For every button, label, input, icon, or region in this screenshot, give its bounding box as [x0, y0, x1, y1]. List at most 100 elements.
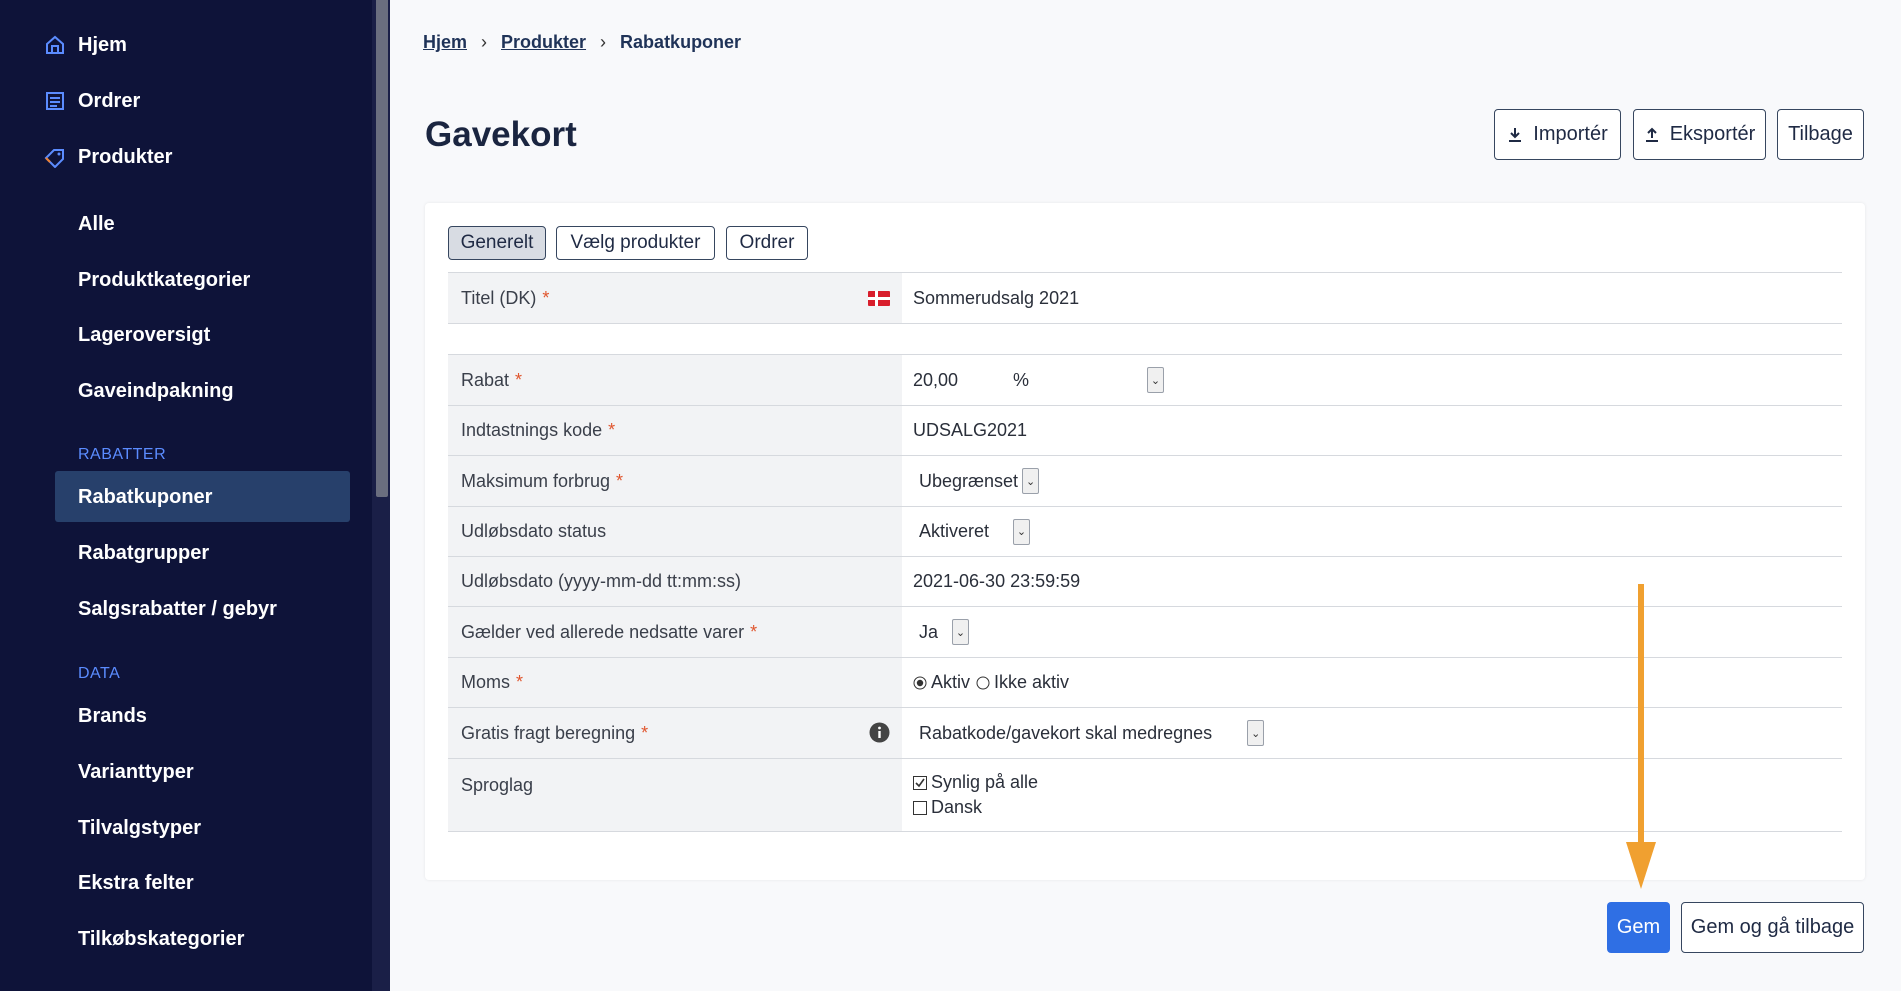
breadcrumb-link-produkter[interactable]: Produkter	[501, 32, 586, 53]
tab-generelt[interactable]: Generelt	[448, 226, 546, 260]
section-label-data: DATA	[78, 665, 121, 682]
form-spacer	[448, 324, 1842, 354]
nedsatte-label: Gælder ved allerede nedsatte varer	[461, 621, 745, 642]
sidebar-item-gaveindpakning[interactable]: Gaveindpakning	[78, 374, 234, 408]
export-button-label: Eksportér	[1669, 123, 1756, 145]
form-value: Rabatkode/gavekort skal medregnes ⌄	[902, 708, 1842, 758]
forbrug-select[interactable]: Ubegrænset ⌄	[913, 468, 1040, 494]
sidebar-item-hjem[interactable]: Hjem	[44, 28, 127, 62]
back-button[interactable]: Tilbage	[1777, 109, 1864, 160]
form-label: Indtastnings kode *	[448, 406, 902, 455]
form-value: Aktiveret ⌄	[902, 507, 1842, 556]
moms-option-aktiv[interactable]: Aktiv	[931, 672, 970, 693]
form-row-titel: Titel (DK) * Sommerudsalg 2021	[448, 272, 1842, 323]
form-label: Moms *	[448, 658, 902, 707]
chevron-right-icon: ›	[481, 32, 488, 52]
form-value: Aktiv Ikke aktiv	[902, 658, 1842, 707]
checkbox-synlig[interactable]: Synlig på alle	[913, 772, 1038, 793]
form-label: Maksimum forbrug *	[448, 456, 902, 506]
orders-icon	[44, 90, 66, 112]
sidebar-scroll-thumb[interactable]	[376, 0, 388, 497]
fragt-select-value: Rabatkode/gavekort skal medregnes	[919, 722, 1213, 743]
export-button[interactable]: Eksportér	[1633, 109, 1766, 160]
rabat-label: Rabat	[461, 369, 510, 390]
udlob-status-select-value: Aktiveret	[919, 521, 990, 541]
info-icon[interactable]	[869, 722, 890, 743]
rabat-unit-select[interactable]: %	[1013, 370, 1147, 391]
fragt-label: Gratis fragt beregning	[461, 722, 636, 743]
upload-icon	[1645, 127, 1658, 142]
required-marker: *	[515, 369, 523, 390]
moms-option-ikke-aktiv[interactable]: Ikke aktiv	[994, 672, 1069, 693]
save-and-back-button[interactable]: Gem og gå tilbage	[1681, 902, 1864, 953]
sidebar-item-varianttyper[interactable]: Varianttyper	[78, 755, 194, 789]
sidebar-item-ekstra-felter[interactable]: Ekstra felter	[78, 866, 194, 900]
sidebar-item-salgsrabatter[interactable]: Salgsrabatter / gebyr	[78, 592, 277, 626]
sidebar-item-produkter[interactable]: Produkter	[44, 140, 172, 174]
chevron-down-icon: ⌄	[952, 619, 970, 645]
sproglag-label: Sproglag	[461, 775, 534, 795]
checkbox-unchecked-icon[interactable]	[913, 800, 927, 815]
chevron-down-icon[interactable]: ⌄	[1147, 367, 1164, 393]
sidebar-item-tilvalgstyper[interactable]: Tilvalgstyper	[78, 811, 201, 845]
udlob-input[interactable]: 2021-06-30 23:59:59	[913, 571, 1080, 592]
sidebar-item-label: Ordrer	[78, 89, 141, 112]
required-marker: *	[542, 287, 550, 308]
radio-unchecked-icon[interactable]	[976, 676, 990, 690]
udlob-status-select[interactable]: Aktiveret ⌄	[913, 518, 1031, 545]
annotation-arrow-icon	[1626, 584, 1656, 889]
title-input[interactable]: Sommerudsalg 2021	[913, 288, 1079, 309]
nedsatte-select[interactable]: Ja ⌄	[913, 619, 970, 645]
form-label: Rabat *	[448, 355, 902, 405]
sidebar-item-rabatgrupper[interactable]: Rabatgrupper	[78, 536, 209, 570]
form-value[interactable]: Sommerudsalg 2021	[902, 273, 1842, 323]
form-value: 2021-06-30 23:59:59	[902, 557, 1842, 606]
rabat-input[interactable]: 20,00	[913, 370, 1013, 391]
title-label: Titel (DK)	[461, 287, 537, 308]
udlob-label: Udløbsdato (yyyy-mm-dd tt:mm:ss)	[461, 571, 742, 591]
kode-label: Indtastnings kode	[461, 420, 603, 440]
breadcrumb-link-hjem[interactable]: Hjem	[423, 32, 467, 53]
import-button[interactable]: Importér	[1494, 109, 1621, 160]
form-row-udlob-status: Udløbsdato status Aktiveret ⌄	[448, 506, 1842, 556]
section-label-rabatter: RABATTER	[78, 446, 167, 463]
sidebar-item-produktkategorier[interactable]: Produktkategorier	[78, 263, 250, 297]
breadcrumb: Hjem › Produkter › Rabatkuponer	[423, 32, 741, 53]
save-button[interactable]: Gem	[1607, 902, 1670, 953]
form-label: Udløbsdato status	[448, 507, 902, 556]
chevron-down-icon: ⌄	[1022, 468, 1040, 494]
sidebar-item-alle[interactable]: Alle	[78, 207, 115, 241]
sidebar-item-brands[interactable]: Brands	[78, 699, 147, 733]
forbrug-label: Maksimum forbrug	[461, 470, 611, 491]
forbrug-select-value: Ubegrænset	[919, 470, 1019, 491]
sidebar-item-tilkobskategorier[interactable]: Tilkøbskategorier	[78, 922, 244, 956]
form-label: Sproglag	[448, 759, 902, 831]
udlob-status-label: Udløbsdato status	[461, 521, 607, 541]
checkbox-dansk[interactable]: Dansk	[913, 797, 982, 818]
fragt-select[interactable]: Rabatkode/gavekort skal medregnes ⌄	[913, 720, 1265, 746]
kode-input[interactable]: UDSALG2021	[913, 420, 1027, 441]
form-value: 20,00 % ⌄	[902, 355, 1842, 405]
tab-vaelg-produkter[interactable]: Vælg produkter	[556, 226, 715, 260]
sidebar-item-ordrer[interactable]: Ordrer	[44, 84, 140, 118]
form-value: UDSALG2021	[902, 406, 1842, 455]
import-button-label: Importér	[1533, 123, 1608, 145]
form-row-kode: Indtastnings kode * UDSALG2021	[448, 405, 1842, 455]
tab-ordrer[interactable]: Ordrer	[726, 226, 808, 260]
breadcrumb-current: Rabatkuponer	[620, 32, 742, 52]
radio-checked-icon[interactable]	[913, 676, 927, 690]
sidebar-item-rabatkuponer[interactable]: Rabatkuponer	[78, 480, 212, 514]
form-value: Ubegrænset ⌄	[902, 456, 1842, 506]
form-row-forbrug: Maksimum forbrug * Ubegrænset ⌄	[448, 455, 1842, 506]
sidebar-item-lageroversigt[interactable]: Lageroversigt	[78, 318, 210, 352]
form-label: Gælder ved allerede nedsatte varer *	[448, 607, 902, 657]
form-row-spacer	[448, 323, 1842, 354]
form-label: Udløbsdato (yyyy-mm-dd tt:mm:ss)	[448, 557, 902, 606]
home-icon	[44, 34, 66, 56]
required-marker: *	[750, 621, 758, 642]
sidebar-item-label: Produkter	[78, 145, 173, 168]
page-title: Gavekort	[425, 115, 577, 154]
form-value: Ja ⌄	[902, 607, 1842, 657]
required-marker: *	[608, 420, 616, 440]
checkbox-checked-icon[interactable]	[913, 775, 927, 790]
